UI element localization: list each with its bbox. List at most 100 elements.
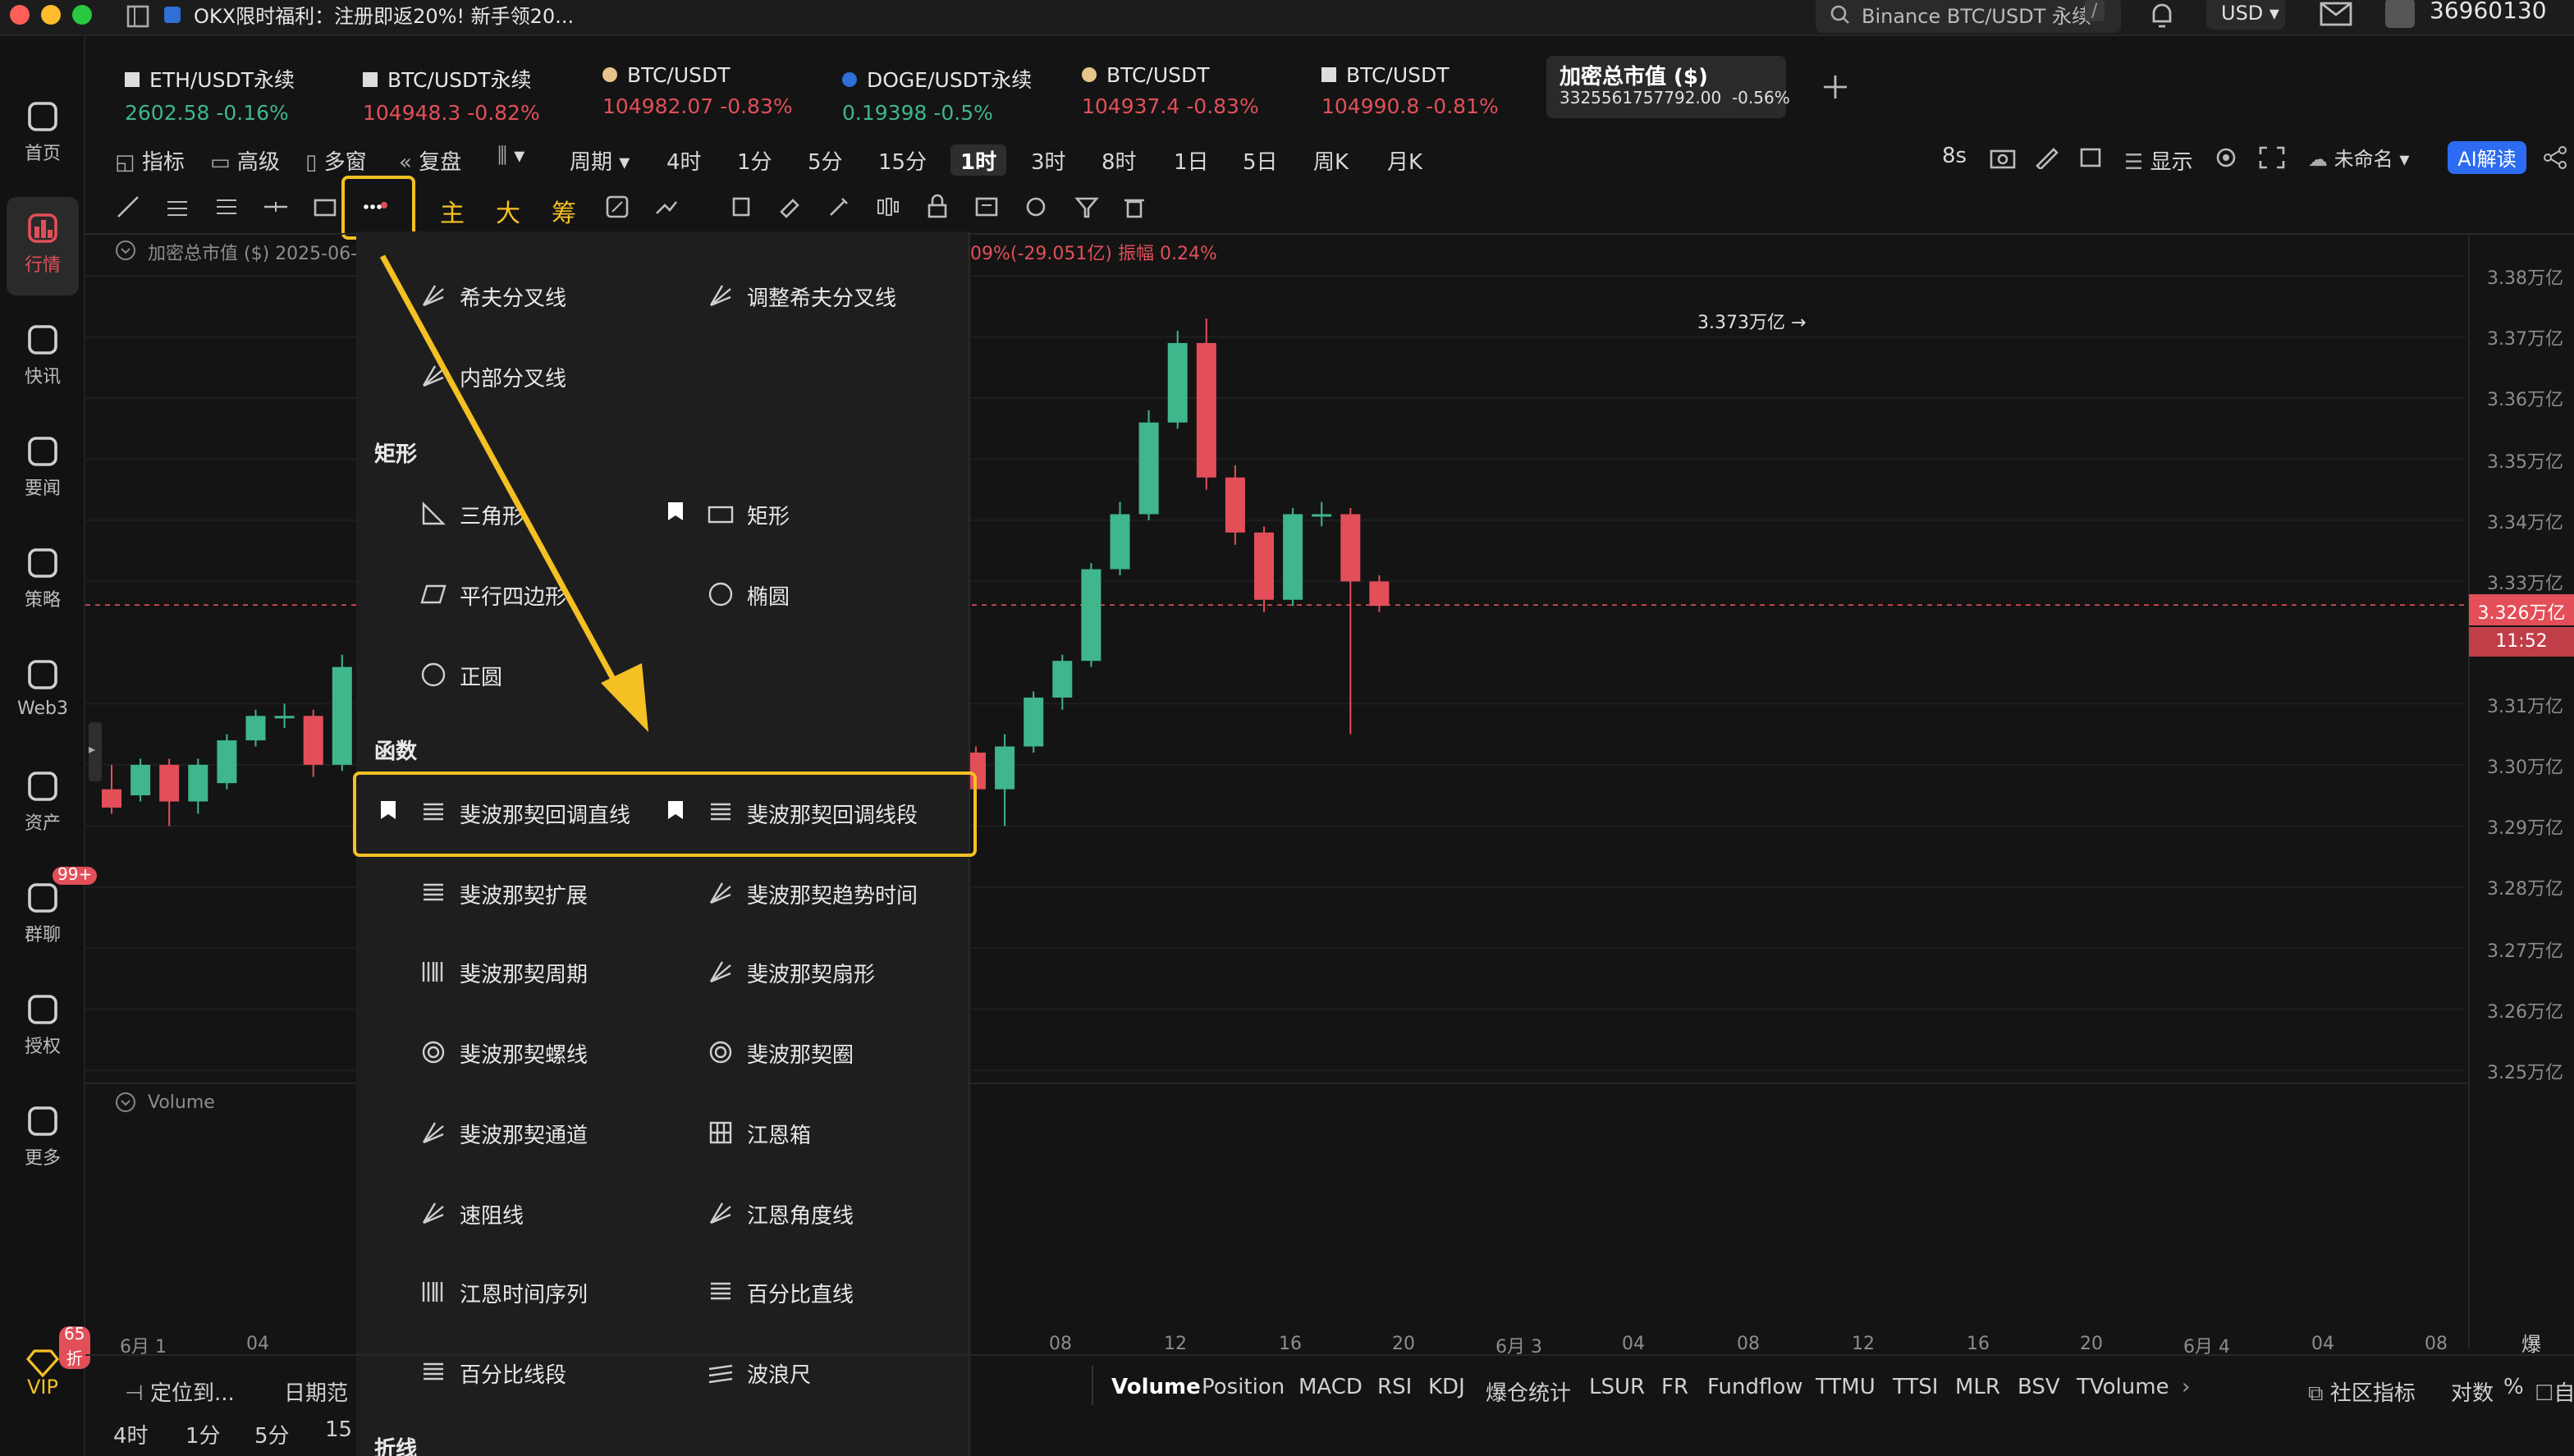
sidebar-item-3[interactable]: 要闻 — [0, 420, 85, 519]
sidebar-item-1[interactable]: 行情 — [7, 197, 79, 295]
indicator-tab-4[interactable]: KDJ — [1428, 1376, 1465, 1400]
vip-entry[interactable]: 65折 VIP — [0, 1326, 90, 1408]
big-indicator-toggle[interactable]: 大 — [496, 195, 520, 230]
interval-4[interactable]: 1时 — [950, 144, 1007, 176]
indicator-tab-7[interactable]: FR — [1661, 1376, 1688, 1400]
chips-indicator-toggle[interactable]: 筹 — [552, 195, 576, 230]
indicator-button[interactable]: ◱ 指标 — [115, 144, 185, 176]
close-window-button[interactable] — [10, 5, 30, 25]
menu-item-percent-segment[interactable]: 百分比线段 — [424, 1358, 566, 1389]
search-box[interactable]: Binance BTC/USDT 永续 / — [1816, 0, 2121, 33]
indicator-tab-3[interactable]: RSI — [1377, 1376, 1412, 1400]
minimize-window-button[interactable] — [41, 5, 61, 25]
promo-banner[interactable]: OKX限时福利：注册即返20%! 新手领20... — [194, 2, 574, 30]
indicator-tab-2[interactable]: MACD — [1298, 1376, 1363, 1400]
user-id[interactable]: 36960130 — [2430, 0, 2547, 25]
menu-item-fib-spiral[interactable]: 斐波那契螺线 — [422, 1037, 588, 1069]
layout-name-select[interactable]: ☁ 未命名 ▾ — [2308, 144, 2409, 172]
chart-type-button[interactable]: ⫼ ▾ — [497, 144, 524, 169]
sidebar-item-7[interactable]: 群聊 99+ — [0, 867, 98, 965]
log-scale-toggle[interactable]: 对数 — [2451, 1376, 2494, 1407]
ticker-tab-3[interactable]: DOGE/USDT永续 0.19398 -0.5% — [842, 62, 1032, 125]
ticker-tab-2[interactable]: BTC/USDT 104982.07 -0.83% — [602, 62, 793, 121]
menu-item-fib-period[interactable]: 斐波那契周期 — [422, 958, 588, 989]
search-input[interactable]: Binance BTC/USDT 永续 — [1862, 2, 2091, 30]
bottom-interval-3[interactable]: 15 — [325, 1418, 352, 1443]
horizontal-line-icon[interactable] — [263, 194, 289, 220]
ticker-tab-5[interactable]: BTC/USDT 104990.8 -0.81% — [1321, 62, 1499, 121]
community-indicators-button[interactable]: ⧉ 社区指标 — [2308, 1376, 2416, 1407]
note-icon[interactable] — [973, 194, 1000, 220]
indicator-tab-6[interactable]: LSUR — [1589, 1376, 1645, 1400]
bottom-interval-2[interactable]: 5分 — [254, 1418, 290, 1449]
share-icon[interactable] — [2543, 146, 2569, 169]
period-select[interactable]: 周期 ▾ — [570, 144, 630, 176]
ai-interpret-button[interactable]: AI解读 — [2448, 141, 2526, 174]
locate-button[interactable]: ⊣ 定位到... — [125, 1376, 235, 1407]
currency-select[interactable]: USD ▾ — [2206, 0, 2285, 30]
menu-item-fib-channel[interactable]: 斐波那契通道 — [422, 1118, 588, 1149]
bars-pattern-icon[interactable] — [875, 194, 901, 220]
indicator-tab-8[interactable]: Fundflow — [1707, 1376, 1803, 1400]
bottom-interval-1[interactable]: 1分 — [185, 1418, 221, 1449]
sidebar-item-2[interactable]: 快讯 — [0, 309, 85, 407]
sidebar-item-4[interactable]: 策略 — [0, 532, 85, 630]
interval-10[interactable]: 月K — [1387, 144, 1422, 176]
interval-6[interactable]: 8时 — [1102, 144, 1137, 176]
cycle-icon[interactable] — [1023, 194, 1049, 220]
sidebar-item-6[interactable]: 资产 — [0, 755, 85, 854]
mail-icon[interactable] — [2320, 2, 2352, 28]
ticker-tab-0[interactable]: ETH/USDT永续 2602.58 -0.16% — [125, 62, 295, 125]
menu-item-fib-extension[interactable]: 斐波那契扩展 — [424, 877, 588, 909]
indicator-tab-13[interactable]: TVolume — [2077, 1376, 2169, 1400]
maximize-window-button[interactable] — [72, 5, 92, 25]
window-layout-icon[interactable] — [125, 3, 151, 30]
main-indicator-toggle[interactable]: 主 — [440, 195, 465, 230]
indicator-tab-12[interactable]: BSV — [2018, 1376, 2060, 1400]
rectangle-tool-icon[interactable] — [312, 194, 338, 220]
display-button[interactable]: ☰ 显示 — [2124, 144, 2193, 176]
bookmark-icon[interactable] — [668, 502, 683, 520]
eraser-icon[interactable] — [776, 194, 803, 220]
menu-item-wave-ruler[interactable]: 波浪尺 — [708, 1358, 811, 1389]
sidebar-item-0[interactable]: 首页 — [0, 85, 85, 184]
ticker-tab-1[interactable]: BTC/USDT永续 104948.3 -0.82% — [363, 62, 540, 125]
menu-item-gann-box[interactable]: 江恩箱 — [709, 1118, 811, 1149]
replay-button[interactable]: « 复盘 — [399, 144, 461, 176]
menu-item-ellipse[interactable]: 椭圆 — [708, 579, 790, 611]
pen-icon[interactable] — [2034, 146, 2060, 169]
menu-item-speed-resistance[interactable]: 速阻线 — [422, 1197, 524, 1229]
menu-item-percent-line[interactable]: 百分比直线 — [711, 1277, 854, 1308]
popout-icon[interactable] — [2077, 146, 2103, 169]
horizontal-ray-icon[interactable] — [164, 194, 190, 220]
indicator-tab-1[interactable]: Position — [1202, 1376, 1285, 1400]
percent-scale-toggle[interactable]: % — [2503, 1376, 2524, 1400]
trend-line-icon[interactable] — [115, 194, 141, 220]
menu-item-gann-time-series[interactable]: 江恩时间序列 — [422, 1277, 588, 1308]
sidebar-collapse-handle[interactable]: ▸ — [89, 722, 102, 781]
ticker-tab-4[interactable]: BTC/USDT 104937.4 -0.83% — [1082, 62, 1259, 121]
menu-item-fib-fan[interactable]: 斐波那契扇形 — [709, 958, 875, 989]
measure-icon[interactable] — [653, 194, 680, 220]
brush-icon[interactable] — [826, 194, 852, 220]
menu-item-gann-angle[interactable]: 江恩角度线 — [709, 1197, 854, 1229]
multi-window-button[interactable]: ▯ 多窗 — [305, 144, 367, 176]
interval-1[interactable]: 1分 — [737, 144, 772, 176]
indicator-tab-9[interactable]: TTMU — [1816, 1376, 1876, 1400]
filter-icon[interactable] — [1074, 194, 1100, 220]
indicator-tab-11[interactable]: MLR — [1955, 1376, 2000, 1400]
advanced-button[interactable]: ▭ 高级 — [210, 144, 280, 176]
sidebar-item-9[interactable]: 更多 — [0, 1090, 85, 1188]
menu-item-modified-schiff-pitchfork[interactable]: 调整希夫分叉线 — [709, 281, 896, 312]
avatar[interactable] — [2385, 0, 2415, 28]
ticker-tab-active[interactable]: 加密总市值 ($) 3325561757792.00 -0.56% — [1546, 56, 1790, 118]
interval-8[interactable]: 5日 — [1243, 144, 1278, 176]
refresh-rate[interactable]: 8s — [1942, 144, 1967, 169]
bell-icon[interactable] — [2147, 0, 2177, 30]
add-tab-icon[interactable] — [1822, 74, 1848, 100]
interval-5[interactable]: 3时 — [1031, 144, 1066, 176]
interval-9[interactable]: 周K — [1313, 144, 1349, 176]
indicators-next-icon[interactable]: › — [2182, 1376, 2190, 1400]
indicator-tab-10[interactable]: TTSI — [1893, 1376, 1939, 1400]
camera-icon[interactable] — [1990, 146, 2016, 169]
